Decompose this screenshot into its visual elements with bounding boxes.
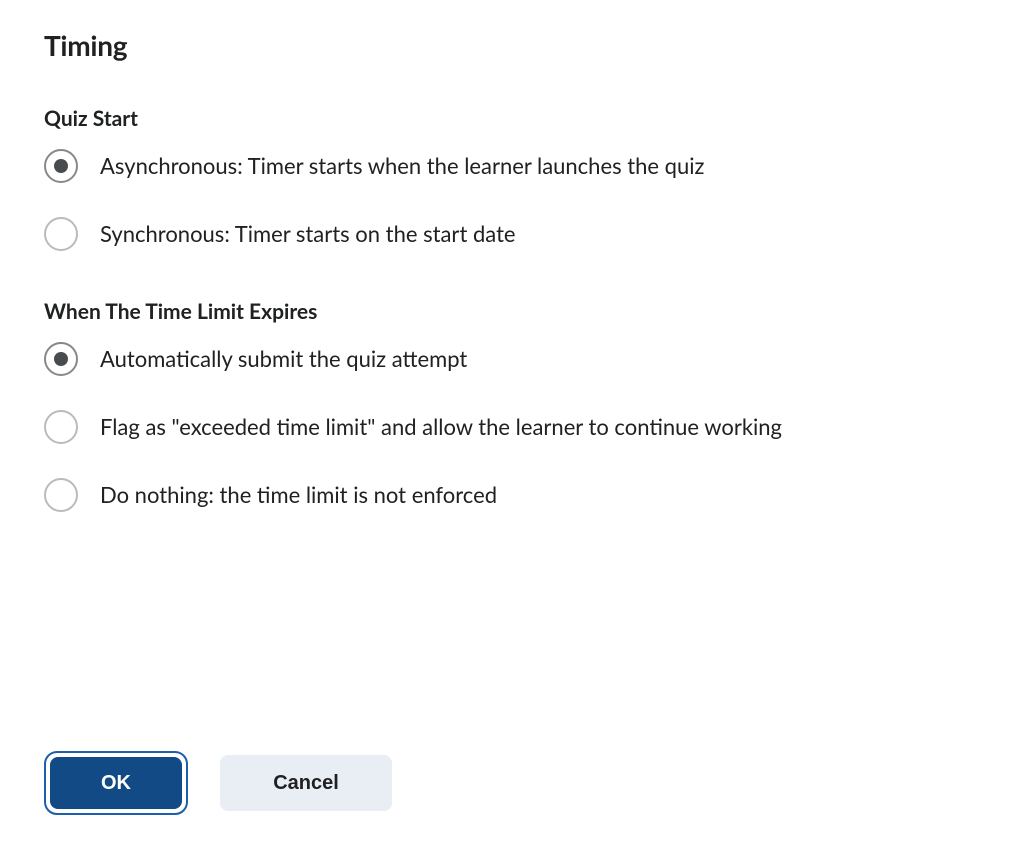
radio-synchronous[interactable]: Synchronous: Timer starts on the start d… (44, 217, 980, 251)
radio-icon (44, 342, 78, 376)
radio-auto-submit[interactable]: Automatically submit the quiz attempt (44, 342, 980, 376)
radio-flag-exceeded[interactable]: Flag as "exceeded time limit" and allow … (44, 410, 980, 444)
radio-icon (44, 149, 78, 183)
page-title: Timing (44, 28, 980, 62)
quiz-start-group: Quiz Start Asynchronous: Timer starts wh… (44, 106, 980, 251)
time-limit-label: When The Time Limit Expires (44, 299, 980, 324)
ok-button[interactable]: OK (50, 757, 182, 809)
time-limit-group: When The Time Limit Expires Automaticall… (44, 299, 980, 512)
radio-label: Do nothing: the time limit is not enforc… (100, 480, 497, 510)
radio-do-nothing[interactable]: Do nothing: the time limit is not enforc… (44, 478, 980, 512)
radio-icon (44, 478, 78, 512)
button-row: OK Cancel (44, 751, 392, 815)
radio-label: Asynchronous: Timer starts when the lear… (100, 151, 704, 181)
radio-icon (44, 410, 78, 444)
ok-button-focus-ring: OK (44, 751, 188, 815)
radio-asynchronous[interactable]: Asynchronous: Timer starts when the lear… (44, 149, 980, 183)
radio-label: Automatically submit the quiz attempt (100, 344, 467, 374)
radio-label: Flag as "exceeded time limit" and allow … (100, 412, 782, 442)
cancel-button[interactable]: Cancel (220, 755, 392, 811)
radio-icon (44, 217, 78, 251)
radio-label: Synchronous: Timer starts on the start d… (100, 219, 516, 249)
quiz-start-label: Quiz Start (44, 106, 980, 131)
